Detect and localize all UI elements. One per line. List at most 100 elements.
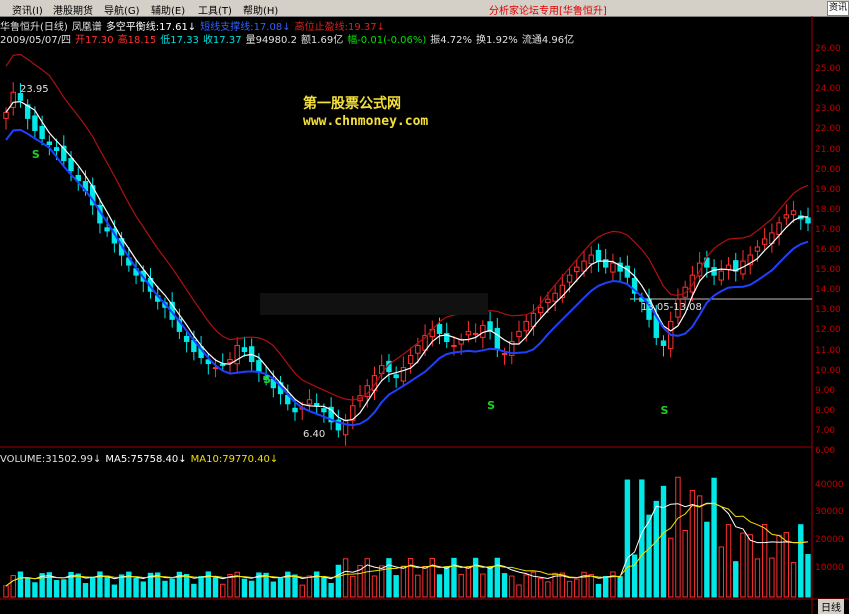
volume-value-1: MA5:75758.40↓ — [105, 454, 187, 465]
volume-bar — [75, 573, 81, 598]
period-tab-daily[interactable]: 日线 — [818, 599, 844, 614]
candle-body — [256, 360, 262, 373]
candle-body — [574, 266, 580, 273]
candle-body — [588, 254, 594, 265]
volume-bar — [61, 579, 67, 598]
volume-bar — [747, 534, 753, 598]
price-axis-label: 26.00 — [815, 44, 841, 55]
price-axis-label: 8.00 — [815, 405, 836, 416]
volume-header: VOLUME:31502.99↓ MA5:75758.40↓ MA10:79770.… — [0, 454, 282, 465]
volume-bar — [487, 566, 493, 598]
watermark-url: www.chnmoney.com — [303, 114, 429, 129]
price-axis-label: 12.00 — [815, 325, 841, 336]
candle-body — [790, 210, 797, 216]
high-price-label: 23.95 — [20, 84, 49, 95]
volume-bar — [292, 574, 298, 598]
price-axis-label: 20.00 — [815, 164, 841, 175]
volume-bar — [769, 557, 775, 598]
volume-bar — [660, 485, 667, 598]
volume-bar — [790, 562, 797, 598]
low-price-label: 6.40 — [303, 429, 326, 440]
watermark-title: 第一股票公式网 — [303, 96, 401, 112]
range-label: 13.05-13.08 — [641, 302, 702, 313]
volume-bar — [516, 584, 522, 598]
volume-bar — [494, 557, 501, 598]
support-line — [5, 128, 809, 427]
volume-bar — [350, 575, 356, 598]
volume-bar — [400, 565, 407, 598]
signal-marker: S — [32, 148, 40, 161]
candle-body — [313, 403, 320, 407]
volume-bar — [248, 580, 255, 598]
volume-bar — [241, 578, 248, 598]
volume-value-2: MA10:79770.40↓ — [190, 454, 279, 465]
price-axis-label: 16.00 — [815, 245, 841, 256]
volume-axis-label: 10000 — [815, 563, 844, 574]
volume-bar — [711, 477, 717, 598]
candle-body — [581, 260, 587, 272]
volume-bar — [444, 566, 450, 598]
volume-bar — [198, 576, 204, 598]
candle-body — [104, 227, 110, 232]
volume-bar — [104, 575, 110, 598]
volume-bar — [761, 524, 768, 598]
volume-bar — [595, 583, 602, 598]
price-axis-label: 9.00 — [815, 385, 836, 396]
volume-bar — [696, 495, 703, 598]
signal-marker: S — [487, 399, 495, 412]
volume-bar — [24, 577, 31, 598]
volume-bar — [429, 557, 435, 598]
volume-bar — [545, 581, 551, 598]
candle-body — [595, 249, 602, 262]
price-axis-label: 11.00 — [815, 345, 841, 356]
price-axis-label: 21.00 — [815, 144, 841, 155]
volume-bar — [465, 566, 472, 598]
signal-marker: S — [263, 373, 271, 386]
volume-bar — [574, 578, 580, 598]
volume-bar — [183, 574, 190, 598]
volume-bar — [588, 574, 594, 598]
volume-bar — [458, 573, 464, 598]
volume-bar — [328, 582, 334, 598]
price-axis-label: 10.00 — [815, 365, 841, 376]
volume-bar — [118, 574, 125, 598]
volume-bar — [162, 580, 168, 598]
volume-bar — [646, 514, 652, 598]
price-axis-label: 17.00 — [815, 224, 841, 235]
volume-value-0: VOLUME:31502.99↓ — [0, 454, 102, 465]
volume-bar — [740, 532, 746, 598]
volume-bar — [306, 575, 313, 598]
volume-bar — [798, 524, 804, 598]
candle-body — [68, 158, 74, 172]
candle-body — [32, 115, 38, 131]
candle-body — [537, 306, 544, 314]
candle-body — [3, 111, 9, 119]
candle-body — [725, 264, 732, 270]
volume-bar — [90, 576, 96, 598]
volume-bar — [371, 575, 378, 598]
volume-bar — [342, 558, 349, 598]
volume-bar — [17, 571, 24, 598]
candle-body — [516, 330, 522, 338]
price-axis-label: 19.00 — [815, 184, 841, 195]
volume-bar — [191, 583, 197, 598]
volume-axis-label: 30000 — [815, 507, 844, 518]
volume-bar — [668, 537, 674, 598]
price-axis-label: 6.00 — [815, 446, 836, 456]
volume-bar — [501, 573, 508, 598]
volume-bar — [407, 558, 414, 598]
candle-body — [776, 222, 782, 235]
volume-bar — [386, 558, 392, 598]
candle-body — [46, 141, 53, 146]
volume-bar — [111, 584, 118, 598]
volume-bar — [704, 521, 710, 598]
candle-body — [451, 344, 457, 347]
volume-bar — [212, 576, 219, 598]
candle-body — [306, 399, 313, 405]
candle-body — [53, 147, 60, 152]
resistance-line — [5, 53, 809, 401]
candle-body — [39, 125, 45, 139]
volume-bar — [631, 554, 638, 598]
volume-bar — [169, 578, 175, 598]
volume-bar — [617, 576, 623, 598]
